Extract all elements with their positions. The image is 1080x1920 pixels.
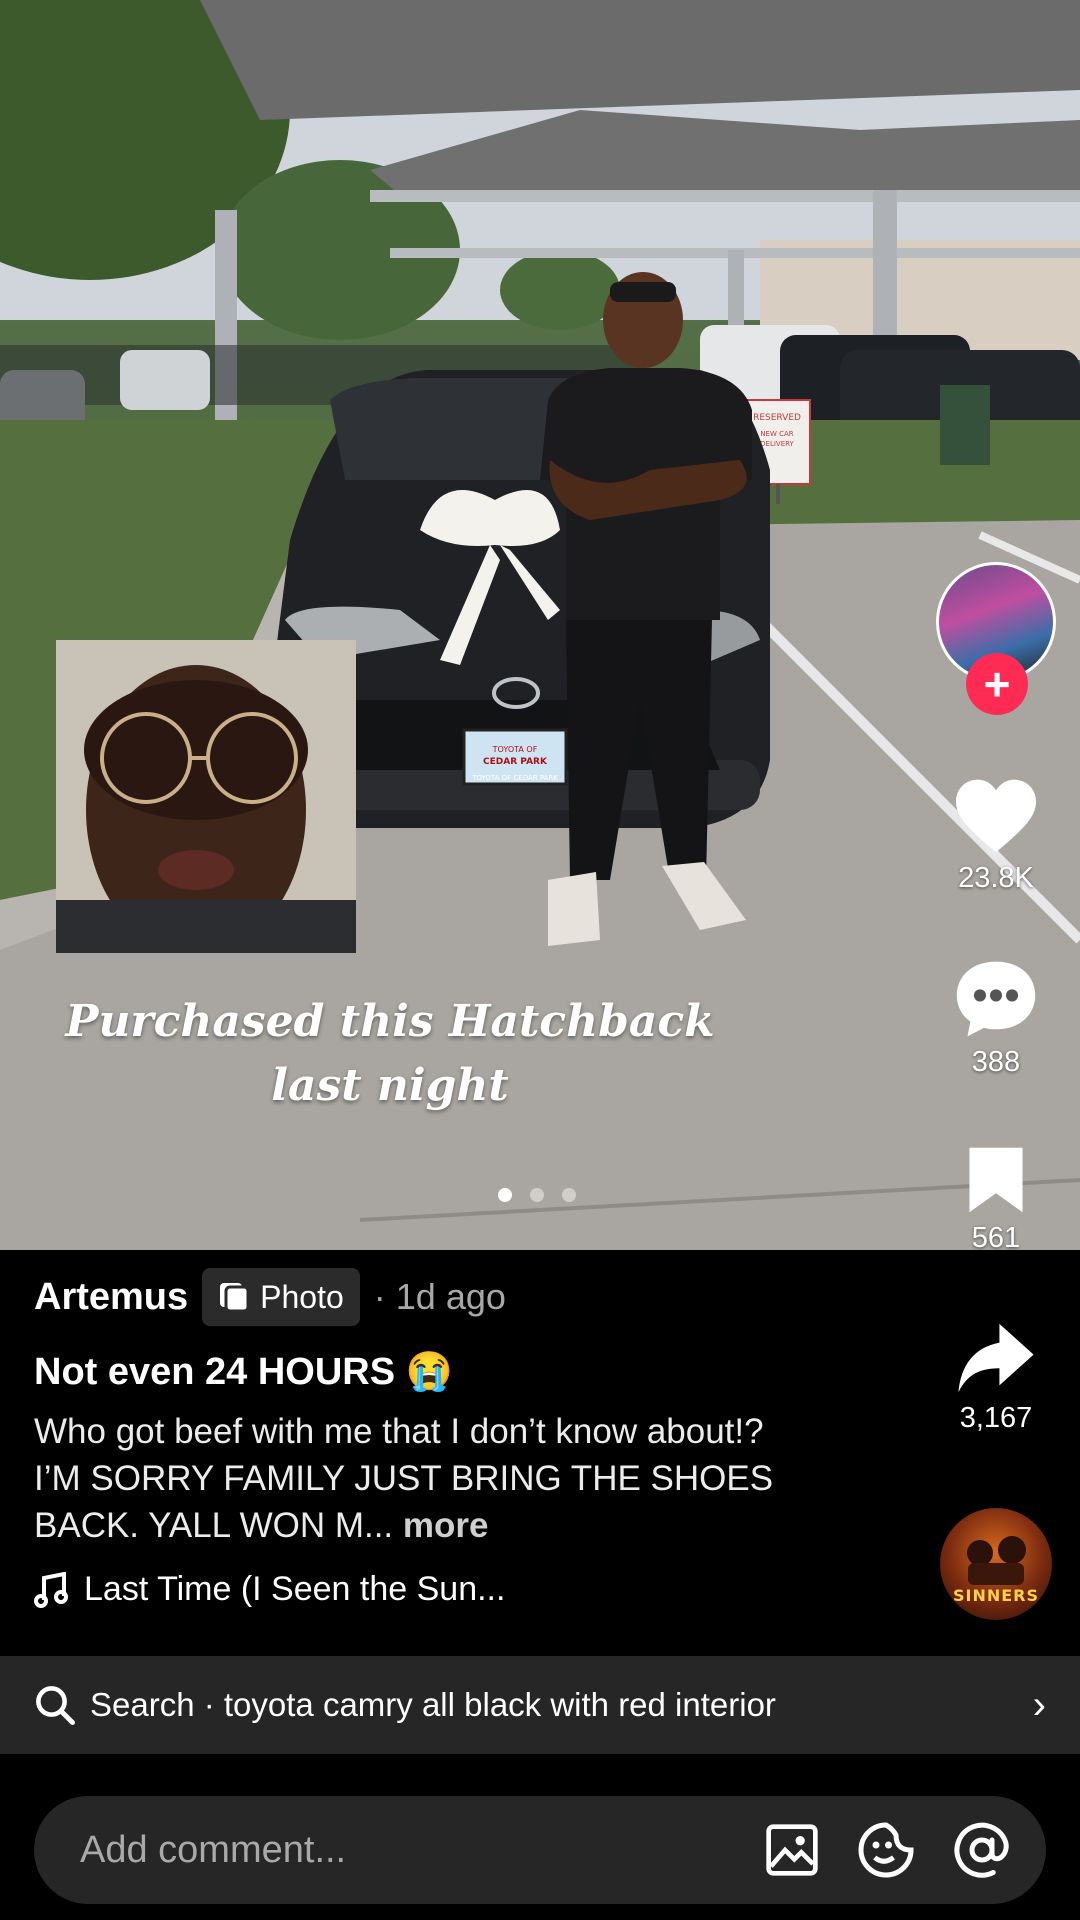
overlay-caption: Purchased this Hatchback last night <box>65 996 715 1111</box>
slide-dot-2[interactable] <box>530 1188 544 1202</box>
comment-button[interactable]: 388 <box>936 958 1056 1079</box>
photo-stack-icon <box>220 1283 250 1313</box>
like-count: 23.8K <box>958 862 1034 894</box>
bookmark-icon <box>969 1147 1023 1213</box>
related-search-bar[interactable]: Search · toyota camry all black with red… <box>0 1656 1080 1754</box>
post-description[interactable]: Who got beef with me that I don’t know a… <box>34 1408 814 1549</box>
slide-dot-3[interactable] <box>562 1188 576 1202</box>
related-search-text: Search · toyota camry all black with red… <box>90 1686 776 1723</box>
plate-text-main: CEDAR PARK <box>483 757 548 767</box>
post-photo[interactable]: RESERVED NEW CAR DELIVERY TOYOTA OF CEDA… <box>0 0 1080 1250</box>
slide-indicator <box>498 1188 576 1202</box>
share-count: 3,167 <box>959 1402 1033 1434</box>
post-title: Not even 24 HOURS 😭 <box>34 1351 453 1393</box>
music-title: Last Time (I Seen the Sun... <box>84 1570 506 1608</box>
svg-text:DELIVERY: DELIVERY <box>760 440 794 448</box>
chevron-right-icon: › <box>1032 1682 1046 1727</box>
heart-icon <box>956 779 1036 853</box>
comment-count: 388 <box>971 1046 1021 1078</box>
post-meta: Artemus Photo · 1d ago <box>34 1268 506 1326</box>
pip-face <box>56 640 356 953</box>
more-link[interactable]: more <box>403 1506 489 1545</box>
sound-disc[interactable]: SINNERS <box>940 1508 1052 1620</box>
photo-chip-label: Photo <box>260 1278 344 1315</box>
plate-frame: TOYOTA OF CEDAR PARK <box>471 774 558 782</box>
music-note-icon <box>34 1571 68 1608</box>
mention-icon[interactable] <box>952 1820 1012 1880</box>
photo-chip: Photo <box>202 1268 360 1326</box>
save-button[interactable]: 561 <box>936 1144 1056 1255</box>
slide-dot-1[interactable] <box>498 1188 512 1202</box>
comment-input[interactable] <box>80 1828 728 1872</box>
music-row[interactable]: Last Time (I Seen the Sun... <box>34 1570 505 1609</box>
pip-video <box>56 640 356 953</box>
sticker-icon[interactable] <box>856 1820 916 1880</box>
username[interactable]: Artemus <box>34 1276 188 1319</box>
sound-disc-label: SINNERS <box>952 1586 1040 1605</box>
svg-text:NEW CAR: NEW CAR <box>760 430 793 438</box>
sign-text: RESERVED <box>753 413 801 423</box>
follow-button[interactable]: + <box>966 653 1028 715</box>
save-count: 561 <box>971 1222 1021 1254</box>
plate-text-top: TOYOTA OF <box>492 745 538 754</box>
image-icon[interactable] <box>764 1822 820 1878</box>
post-time: · 1d ago <box>373 1276 506 1317</box>
share-arrow-icon <box>958 1323 1034 1393</box>
search-icon <box>36 1686 75 1725</box>
comment-bar <box>34 1796 1046 1904</box>
like-button[interactable]: 23.8K <box>936 776 1056 895</box>
comment-icon <box>956 961 1036 1037</box>
share-button[interactable]: 3,167 <box>936 1320 1056 1435</box>
